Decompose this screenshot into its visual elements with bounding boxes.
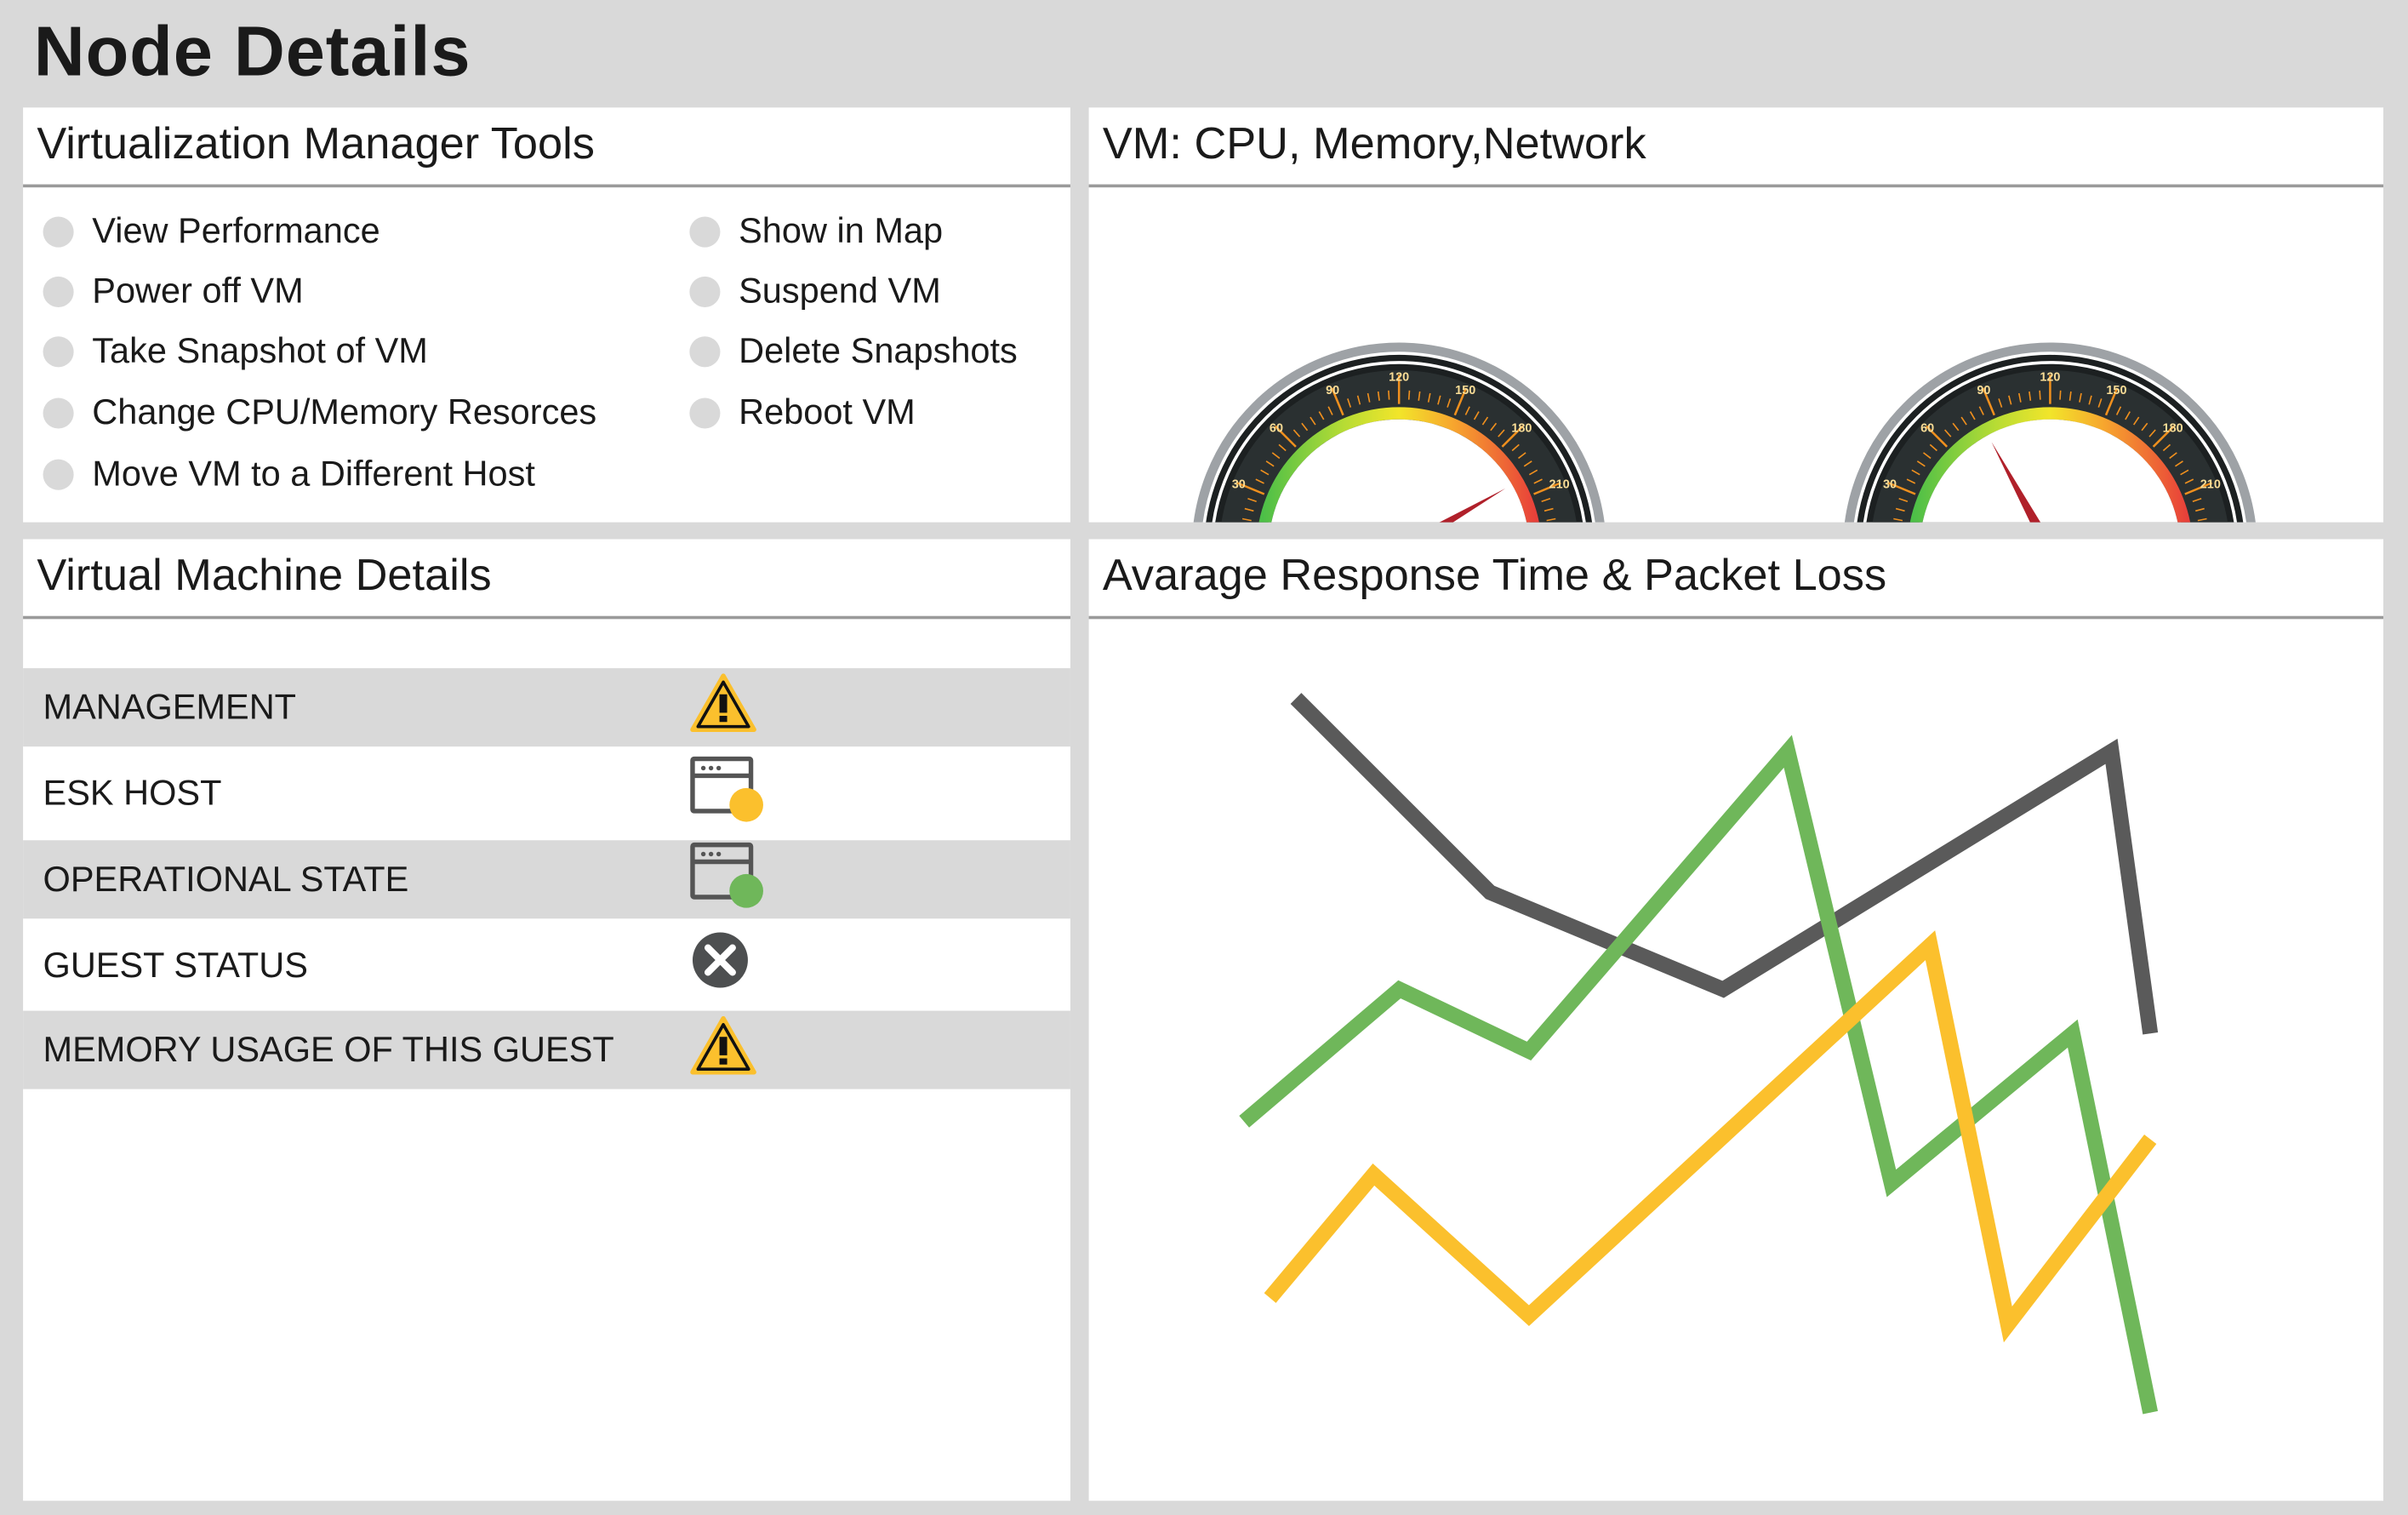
tool-label: Delete Snapshots (739, 330, 1018, 370)
node-details-page: Node Details Virtualization Manager Tool… (0, 0, 2408, 1515)
line-chart (1239, 693, 2159, 1415)
detail-row: GUEST STATUS (23, 918, 1070, 1010)
server-window-yellow-status-icon (689, 755, 763, 832)
tool-right-2[interactable]: Delete Snapshots (689, 330, 1018, 372)
chart-title: Avarage Response Time & Packet Loss (1088, 539, 2384, 620)
detail-label: GUEST STATUS (43, 944, 308, 984)
server-window-green-status-icon (689, 841, 763, 918)
gauges-panel: VM: CPU, Memory,Network 0306090120150180… (1088, 107, 2384, 523)
gauge-1: 0306090120150180210240 (1845, 342, 2256, 523)
chart-panel: Avarage Response Time & Packet Loss (1088, 539, 2384, 1501)
gauge-tick-label: 210 (2200, 477, 2221, 491)
detail-row: MANAGEMENT (23, 668, 1070, 747)
gauge-tick-label: 150 (2106, 384, 2126, 397)
bullet-icon (43, 335, 74, 367)
detail-label: ESK HOST (43, 772, 222, 813)
detail-label: MANAGEMENT (43, 686, 297, 727)
bullet-icon (689, 275, 721, 307)
tool-left-0[interactable]: View Performance (43, 210, 380, 252)
tool-right-1[interactable]: Suspend VM (689, 270, 941, 312)
gauge-tick-label: 30 (1232, 477, 1246, 491)
gauge-0: 0306090120150180210240 (1193, 342, 1605, 523)
detail-label: MEMORY USAGE OF THIS GUEST (43, 1029, 614, 1070)
panel-title: Virtualization Manager Tools (23, 107, 1070, 188)
tool-left-4[interactable]: Move VM to a Different Host (43, 453, 535, 495)
detail-row: OPERATIONAL STATE (23, 840, 1070, 919)
gauge-tick-label: 120 (1389, 371, 1409, 385)
tool-right-3[interactable]: Reboot VM (689, 392, 916, 433)
gauge-tick-label: 30 (1883, 477, 1897, 491)
gauge-tick-label: 60 (1920, 421, 1934, 435)
series-line-0 (1290, 693, 2159, 1035)
tool-label: Move VM to a Different Host (92, 453, 535, 494)
tool-label: Take Snapshot of VM (92, 330, 428, 370)
gauge-tick-label: 90 (1326, 384, 1339, 397)
gauge-tick-label: 180 (2163, 421, 2183, 435)
tools-panel: Virtualization Manager Tools View Perfor… (23, 107, 1070, 523)
tool-label: Change CPU/Memory Resorces (92, 392, 597, 432)
panel-title: VM: CPU, Memory,Network (1088, 107, 2384, 188)
tool-left-3[interactable]: Change CPU/Memory Resorces (43, 392, 597, 433)
tool-left-1[interactable]: Power off VM (43, 271, 304, 312)
vm-details-panel: Virtual Machine Details MANAGEMENT ESK HO… (23, 539, 1070, 1501)
close-circle-icon (689, 929, 750, 1000)
tool-label: Reboot VM (739, 392, 916, 432)
detail-row: ESK HOST (23, 746, 1070, 840)
series-line-2 (1264, 930, 2157, 1343)
gauge-tick-label: 90 (1977, 384, 1990, 397)
page-title: Node Details (33, 10, 471, 91)
gauge-tick-label: 210 (1549, 477, 1570, 491)
tool-right-0[interactable]: Show in Map (689, 210, 943, 252)
tool-label: View Performance (92, 210, 380, 251)
tool-label: Power off VM (92, 270, 304, 311)
warning-icon (689, 1015, 756, 1085)
gauge-tick-label: 150 (1455, 384, 1475, 397)
tool-label: Show in Map (739, 210, 944, 251)
detail-row: MEMORY USAGE OF THIS GUEST (23, 1010, 1070, 1089)
tool-left-2[interactable]: Take Snapshot of VM (43, 330, 428, 372)
bullet-icon (689, 215, 721, 247)
bullet-icon (43, 397, 74, 428)
gauges: 0306090120150180210240030609012015018021… (1193, 342, 2256, 523)
bullet-icon (689, 335, 721, 367)
bullet-icon (689, 397, 721, 428)
bullet-icon (43, 275, 74, 307)
detail-label: OPERATIONAL STATE (43, 858, 409, 899)
panel-title: Virtual Machine Details (23, 539, 1070, 620)
gauge-tick-label: 120 (2040, 371, 2060, 385)
bullet-icon (43, 458, 74, 489)
gauge-tick-label: 180 (1511, 421, 1532, 435)
bullet-icon (43, 215, 74, 247)
warning-icon (689, 672, 756, 743)
tool-label: Suspend VM (739, 270, 941, 311)
gauge-tick-label: 60 (1270, 421, 1283, 435)
